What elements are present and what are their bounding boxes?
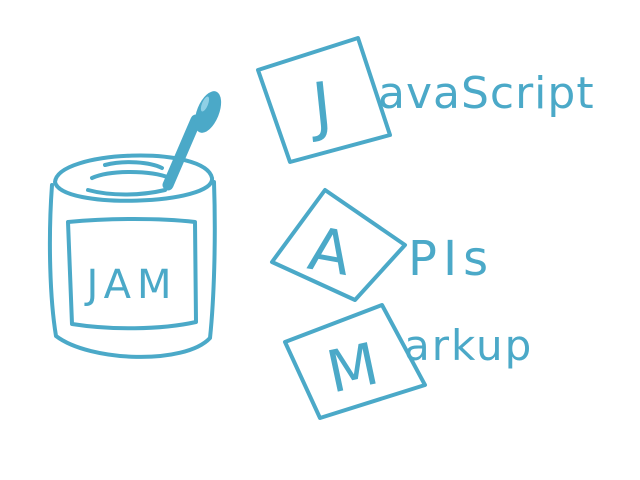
word-rest-javascript: avaScript (378, 68, 595, 119)
letter-m: M (321, 329, 384, 406)
jar-lid-swirl (103, 160, 164, 170)
jar-lid-swirl (86, 188, 167, 197)
word-rest-markup: arkup (404, 321, 533, 370)
row-markup: M arkup (283, 303, 533, 420)
word-rest-apis: PIs (408, 231, 494, 287)
jamstack-sketch: JAM J avaScript A PIs M arkup (0, 0, 640, 480)
letter-a: A (303, 214, 356, 290)
jar-label: JAM (84, 262, 178, 308)
jam-jar: JAM (47, 91, 222, 359)
spoon-icon (162, 91, 222, 191)
letter-j: J (305, 69, 335, 145)
row-apis: A PIs (270, 188, 494, 302)
sketch-svg: JAM J avaScript A PIs M arkup (47, 36, 595, 420)
row-javascript: J avaScript (256, 36, 595, 164)
jar-lid-swirl (90, 170, 172, 180)
